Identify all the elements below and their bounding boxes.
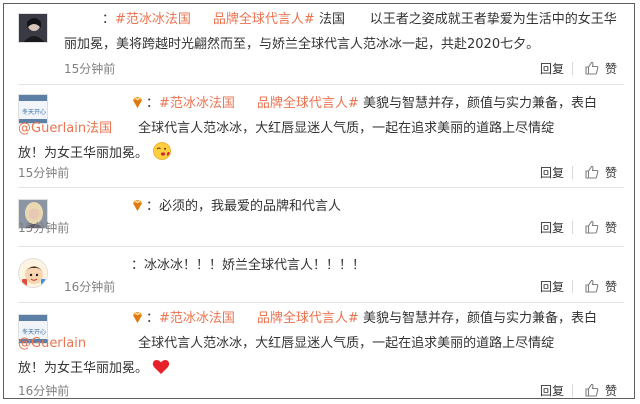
separator — [572, 221, 573, 234]
divider — [18, 187, 624, 188]
comment-body: 丽加冕，美将跨越时光翩然而至，与娇兰全球代言人范冰冰一起，共赴2020七夕。 — [64, 37, 540, 52]
comment-line: ：#范冰冰法国 品牌全球代言人# 法国 以王者之姿成就王者挚爱为生活中的女王华 — [102, 6, 617, 33]
reply-button[interactable]: 回复 — [540, 219, 564, 236]
topic-link[interactable]: 品牌全球代言人# — [213, 12, 315, 27]
colon: ： — [102, 12, 116, 27]
separator — [572, 62, 573, 75]
reply-button[interactable]: 回复 — [540, 278, 564, 295]
topic-link[interactable]: 品牌全球代言人# — [257, 96, 359, 111]
separator — [572, 384, 573, 397]
timestamp: 15分钟前 — [64, 62, 116, 76]
reply-button[interactable]: 回复 — [540, 382, 564, 398]
like-button[interactable]: 赞 — [605, 164, 617, 181]
comment-list: ：#范冰冰法国 品牌全球代言人# 法国 以王者之姿成就王者挚爱为生活中的女王华 丽… — [3, 3, 635, 399]
avatar[interactable] — [18, 258, 48, 288]
topic-link[interactable]: 品牌全球代言人# — [257, 311, 359, 326]
timestamp: 15分钟前 — [18, 166, 70, 180]
kiss-emoji-icon — [153, 142, 172, 160]
comment-line: ：冰冰冰！！！娇兰全球代言人！！！！ — [131, 252, 365, 279]
gem-icon — [133, 199, 142, 211]
like-button[interactable]: 赞 — [605, 278, 617, 295]
topic-link[interactable]: #范冰冰法国 — [115, 12, 191, 27]
comment-meta: 15分钟前 回复 赞 — [18, 219, 624, 237]
comment-line: @Guerlain 全球代言人范冰冰，大红唇显迷人气质，一起在追求美丽的道路上尽情… — [18, 330, 554, 357]
comment-line: @Guerlain法国 全球代言人范冰冰，大红唇显迷人气质，一起在追求美丽的道路上… — [18, 115, 554, 142]
comment-line: ：#范冰冰法国 品牌全球代言人# 美貌与智慧并存，颜值与实力兼备，表白 — [131, 305, 597, 332]
topic-link[interactable]: #范冰冰法国 — [159, 311, 235, 326]
thumbs-up-icon[interactable] — [585, 61, 599, 75]
mention-link[interactable]: @Guerlain — [18, 336, 86, 351]
thumbs-up-icon[interactable] — [585, 279, 599, 293]
timestamp: 16分钟前 — [18, 384, 70, 398]
comment-body: 放！为女王华丽加冕。 — [18, 361, 149, 376]
gem-icon — [133, 311, 142, 323]
divider — [18, 84, 624, 85]
divider — [18, 246, 624, 247]
separator — [572, 166, 573, 179]
like-button[interactable]: 赞 — [605, 382, 617, 398]
comment-body: 放！为女王华丽加冕。 — [18, 146, 149, 161]
comment-body: ：冰冰冰！！！娇兰全球代言人！！！！ — [131, 258, 366, 273]
reply-button[interactable]: 回复 — [540, 60, 564, 77]
comment-body: ：必须的，我最爱的品牌和代言人 — [146, 199, 342, 214]
comment-line: ：必须的，我最爱的品牌和代言人 — [131, 193, 341, 220]
like-button[interactable]: 赞 — [605, 60, 617, 77]
avatar[interactable] — [18, 13, 48, 43]
thumbs-up-icon[interactable] — [585, 220, 599, 234]
timestamp: 15分钟前 — [18, 221, 70, 235]
comment-meta: 15分钟前 回复 赞 — [18, 164, 624, 182]
avatar-photo — [19, 14, 47, 42]
reply-button[interactable]: 回复 — [540, 164, 564, 181]
comment-line: 放！为女王华丽加冕。 — [18, 355, 170, 382]
thumbs-up-icon[interactable] — [585, 165, 599, 179]
comment-meta: 15分钟前 回复 赞 — [64, 60, 624, 78]
like-button[interactable]: 赞 — [605, 219, 617, 236]
comment-line: 丽加冕，美将跨越时光翩然而至，与娇兰全球代言人范冰冰一起，共赴2020七夕。 — [64, 31, 539, 58]
comment-body: 法国 以王者之姿成就王者挚爱为生活中的女王华 — [314, 12, 617, 27]
comment-body: 美貌与智慧并存，颜值与实力兼备，表白 — [358, 311, 597, 326]
colon: ： — [146, 96, 160, 111]
separator — [572, 280, 573, 293]
comment-meta: 16分钟前 回复 赞 — [18, 382, 624, 398]
comment-body: 美貌与智慧并存，颜值与实力兼备，表白 — [358, 96, 597, 111]
colon: ： — [146, 311, 160, 326]
red-heart-icon — [152, 359, 170, 374]
comment-line: 放！为女王华丽加冕。 — [18, 140, 172, 167]
divider — [18, 302, 624, 303]
avatar-cartoon — [19, 259, 47, 287]
topic-link[interactable]: #范冰冰法国 — [159, 96, 235, 111]
comment-line: ：#范冰冰法国 品牌全球代言人# 美貌与智慧并存，颜值与实力兼备，表白 — [131, 90, 597, 117]
comment-body: 全球代言人范冰冰，大红唇显迷人气质，一起在追求美丽的道路上尽情绽 — [138, 336, 555, 351]
gem-icon — [133, 96, 142, 108]
mention-link[interactable]: @Guerlain法国 — [18, 121, 112, 136]
thumbs-up-icon[interactable] — [585, 383, 599, 397]
comment-meta: 16分钟前 回复 赞 — [64, 278, 624, 296]
comment-body: 全球代言人范冰冰，大红唇显迷人气质，一起在追求美丽的道路上尽情绽 — [138, 121, 555, 136]
timestamp: 16分钟前 — [64, 280, 116, 294]
